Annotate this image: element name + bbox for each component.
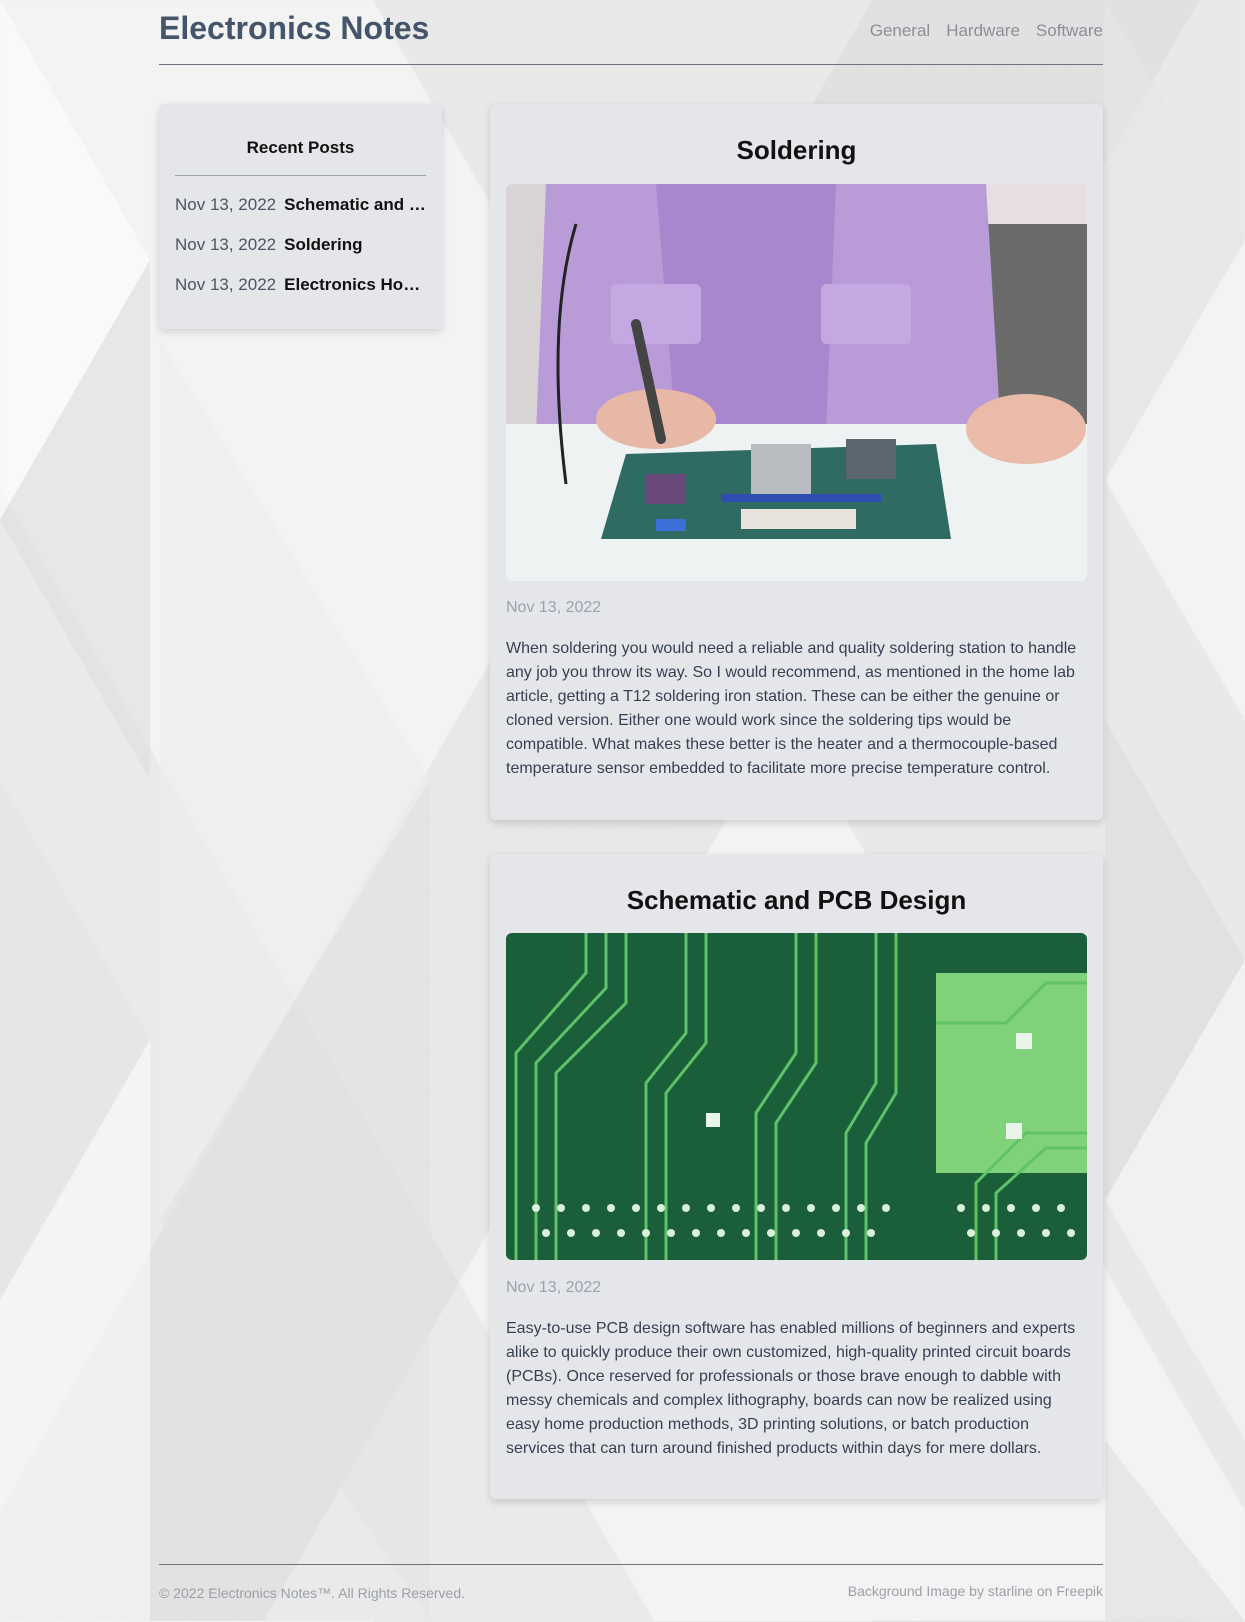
divider <box>175 175 426 176</box>
background-credit-link[interactable]: Background Image by starline on Freepik <box>848 1583 1103 1599</box>
soldering-photo-illustration <box>506 184 1087 581</box>
site-header: Electronics Notes General Hardware Softw… <box>159 0 1103 65</box>
recent-post-item[interactable]: Nov 13, 2022 Soldering <box>175 235 426 255</box>
recent-post-item[interactable]: Nov 13, 2022 Electronics Home Lab <box>175 275 426 295</box>
recent-post-date: Nov 13, 2022 <box>175 235 277 254</box>
post-card: Schematic and PCB Design Nov 13, 2022 Ea… <box>490 854 1103 1499</box>
recent-post-date: Nov 13, 2022 <box>175 275 277 294</box>
nav-software[interactable]: Software <box>1036 21 1103 41</box>
site-title[interactable]: Electronics Notes <box>159 10 429 47</box>
recent-posts-panel: Recent Posts Nov 13, 2022 Schematic and … <box>159 104 442 329</box>
site-footer: © 2022 Electronics Notes™. All Rights Re… <box>159 1564 1103 1622</box>
main-nav: General Hardware Software <box>870 21 1103 41</box>
nav-general[interactable]: General <box>870 21 930 41</box>
post-excerpt: When soldering you would need a reliable… <box>506 640 1077 777</box>
recent-posts-heading: Recent Posts <box>246 138 355 157</box>
recent-post-title[interactable]: Electronics Home Lab <box>284 275 426 295</box>
page-container: Electronics Notes General Hardware Softw… <box>159 0 1103 1621</box>
pcb-photo-illustration <box>506 933 1087 1260</box>
recent-post-title[interactable]: Schematic and PCB Design <box>284 195 426 215</box>
nav-hardware[interactable]: Hardware <box>946 21 1020 41</box>
recent-post-item[interactable]: Nov 13, 2022 Schematic and PCB Design <box>175 195 426 215</box>
post-date: Nov 13, 2022 <box>506 1279 602 1296</box>
copyright-text: © 2022 Electronics Notes™. All Rights Re… <box>159 1585 466 1601</box>
pcb-image[interactable] <box>506 933 1087 1260</box>
post-excerpt: Easy-to-use PCB design software has enab… <box>506 1320 1076 1457</box>
post-card: Soldering Nov 13, 2022 When soldering yo… <box>490 104 1103 820</box>
post-title[interactable]: Schematic and PCB Design <box>490 885 1103 916</box>
soldering-image[interactable] <box>506 184 1087 581</box>
post-title[interactable]: Soldering <box>490 135 1103 166</box>
post-date: Nov 13, 2022 <box>506 599 602 616</box>
recent-post-title[interactable]: Soldering <box>284 235 362 255</box>
recent-post-date: Nov 13, 2022 <box>175 195 277 214</box>
